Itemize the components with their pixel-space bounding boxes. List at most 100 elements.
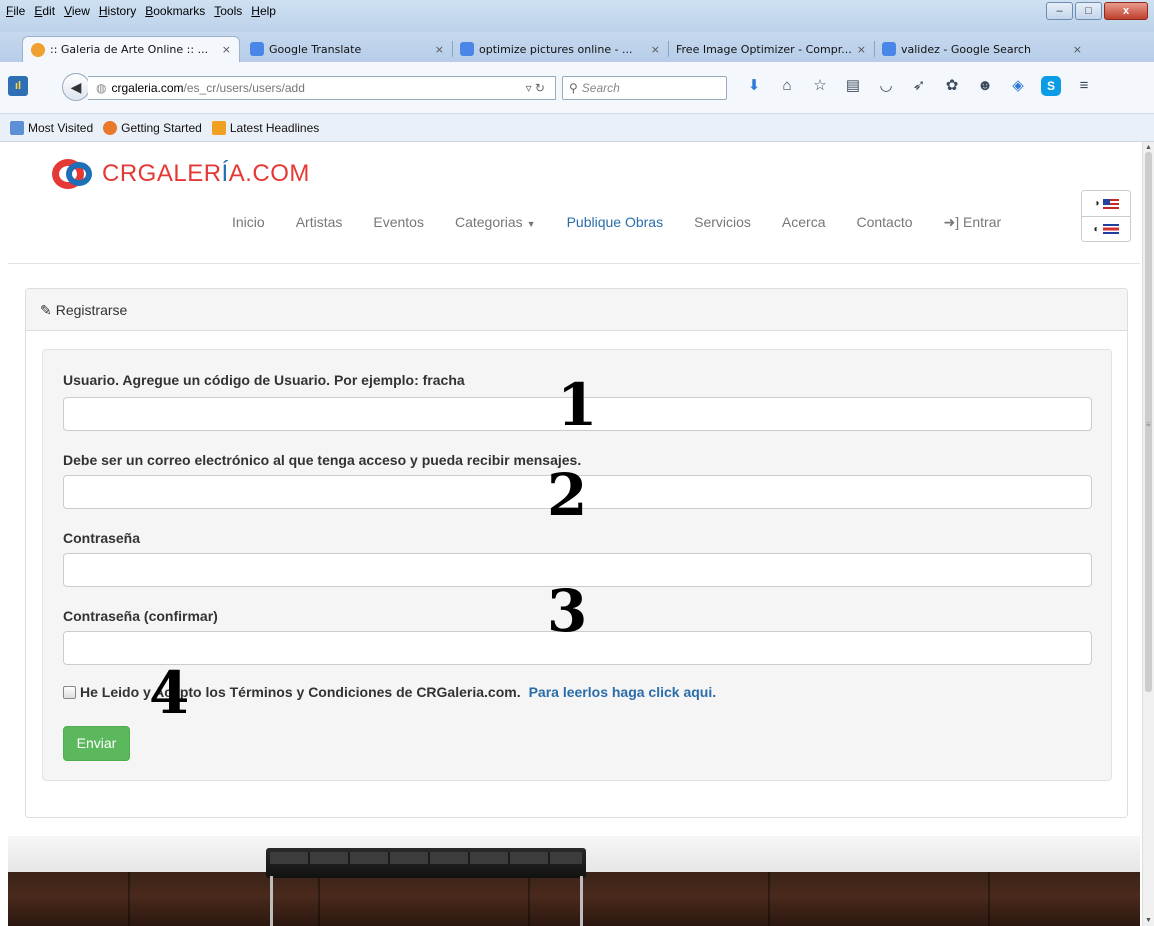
menu-file[interactable]: File bbox=[6, 4, 25, 18]
site-header: CRGALERÍA.COM Inicio Artistas Eventos Ca… bbox=[8, 142, 1140, 264]
username-label: Usuario. Agregue un código de Usuario. P… bbox=[63, 372, 465, 388]
annotation-2: 2 bbox=[547, 461, 588, 529]
close-window-button[interactable]: x bbox=[1104, 2, 1148, 20]
menu-bookmarks[interactable]: Bookmarks bbox=[145, 4, 205, 18]
tab-close-icon[interactable]: × bbox=[435, 43, 444, 56]
tab-close-icon[interactable]: × bbox=[1073, 43, 1082, 56]
terms-checkbox[interactable] bbox=[63, 685, 76, 699]
page-viewport: CRGALERÍA.COM Inicio Artistas Eventos Ca… bbox=[0, 142, 1142, 926]
menu-help[interactable]: Help bbox=[251, 4, 276, 18]
palette-icon bbox=[31, 42, 45, 57]
tab-google-translate[interactable]: Google Translate × bbox=[242, 36, 452, 62]
language-english[interactable]: ◑ bbox=[1082, 191, 1130, 216]
panel-title: Registrarse bbox=[55, 302, 128, 318]
url-host: crgaleria.com bbox=[111, 81, 184, 95]
nav-categorias[interactable]: Categorias ▼ bbox=[455, 214, 536, 231]
maximize-button[interactable]: □ bbox=[1075, 2, 1102, 20]
nav-inicio[interactable]: Inicio bbox=[232, 214, 265, 231]
submit-button[interactable]: Enviar bbox=[63, 726, 130, 761]
rss-icon bbox=[211, 120, 226, 135]
nav-servicios[interactable]: Servicios bbox=[694, 214, 751, 231]
bookmark-latest-headlines[interactable]: Latest Headlines bbox=[211, 120, 320, 135]
pocket-icon[interactable]: ◡ bbox=[876, 76, 896, 96]
page-scrollbar[interactable]: ▲ ≡ ▼ bbox=[1142, 142, 1154, 926]
nav-contacto[interactable]: Contacto bbox=[856, 214, 912, 231]
search-icon: ⚲ bbox=[569, 81, 578, 95]
nav-categorias-label: Categorias bbox=[454, 214, 523, 230]
language-spanish[interactable]: ◐ bbox=[1082, 216, 1130, 241]
search-placeholder: Search bbox=[581, 81, 620, 95]
tab-galeria[interactable]: :: Galeria de Arte Online :: ... × bbox=[22, 36, 240, 62]
bookmark-label: Getting Started bbox=[121, 120, 202, 135]
bookmark-label: Most Visited bbox=[28, 120, 94, 135]
panel-heading: ✎ Registrarse bbox=[26, 289, 1127, 331]
tab-strip: :: Galeria de Arte Online :: ... × Googl… bbox=[0, 32, 1154, 87]
tab-label: Google Translate bbox=[269, 42, 362, 56]
nav-artistas[interactable]: Artistas bbox=[296, 214, 343, 231]
us-flag-icon bbox=[1102, 198, 1119, 209]
menu-view[interactable]: View bbox=[64, 4, 90, 18]
bookmark-most-visited[interactable]: Most Visited bbox=[10, 120, 94, 135]
menu-bar: File Edit View History Bookmarks Tools H… bbox=[0, 0, 1154, 32]
stats-icon[interactable]: ıl bbox=[8, 76, 28, 96]
tab-label: validez - Google Search bbox=[901, 42, 1031, 56]
tab-close-icon[interactable]: × bbox=[651, 43, 660, 56]
search-input[interactable]: ⚲ Search bbox=[562, 76, 727, 100]
bookmark-star-icon[interactable]: ☆ bbox=[810, 76, 830, 96]
toggle-icon: ◐ bbox=[1093, 223, 1100, 235]
reload-icon[interactable]: ▿ ↻ bbox=[526, 77, 545, 99]
google-search-icon bbox=[460, 42, 474, 56]
bookmarks-toolbar: Most Visited Getting Started Latest Head… bbox=[0, 114, 1154, 142]
main-nav: Inicio Artistas Eventos Categorias ▼ Publ… bbox=[232, 214, 1032, 231]
tab-free-image-optimizer[interactable]: Free Image Optimizer - Compr... × bbox=[668, 36, 874, 62]
url-bar[interactable]: ◍ crgaleria.com/es_cr/users/users/add ▿ ↻ bbox=[88, 76, 556, 100]
password-label: Contraseña bbox=[63, 530, 141, 546]
logo-icon bbox=[52, 156, 100, 192]
tab-validez-search[interactable]: validez - Google Search × bbox=[874, 36, 1090, 62]
skype-icon[interactable]: S bbox=[1041, 76, 1061, 96]
password-confirm-label: Contraseña (confirmar) bbox=[63, 608, 218, 624]
download-icon[interactable]: ⬇ bbox=[744, 76, 764, 96]
google-search-icon bbox=[882, 42, 896, 56]
minimize-button[interactable]: – bbox=[1046, 2, 1073, 20]
terms-link[interactable]: Para leerlos haga click aqui. bbox=[529, 684, 717, 700]
menu-tools[interactable]: Tools bbox=[214, 4, 242, 18]
globe-icon: ◍ bbox=[96, 81, 107, 95]
nav-entrar[interactable]: ➜] Entrar bbox=[944, 214, 1002, 231]
logo-text: CRGALERÍA.COM bbox=[102, 160, 310, 187]
caret-down-icon: ▼ bbox=[526, 219, 536, 229]
nav-publique-obras[interactable]: Publique Obras bbox=[567, 214, 664, 231]
annotation-4: 4 bbox=[149, 659, 190, 727]
back-button[interactable]: ◀ bbox=[62, 73, 90, 101]
site-logo[interactable]: CRGALERÍA.COM bbox=[52, 156, 310, 192]
reading-list-icon[interactable]: ▤ bbox=[843, 76, 863, 96]
tab-label: optimize pictures online - ... bbox=[479, 42, 633, 56]
menu-edit[interactable]: Edit bbox=[34, 4, 55, 18]
navigation-toolbar: ıl ◀ ◍ crgaleria.com/es_cr/users/users/ad… bbox=[0, 62, 1154, 114]
extension-icon[interactable]: ✿ bbox=[942, 76, 962, 96]
nav-eventos[interactable]: Eventos bbox=[373, 214, 424, 231]
annotation-1: 1 bbox=[557, 371, 598, 439]
scroll-up-icon[interactable]: ▲ bbox=[1145, 144, 1152, 151]
tab-optimize-pictures[interactable]: optimize pictures online - ... × bbox=[452, 36, 668, 62]
tab-label: :: Galeria de Arte Online :: ... bbox=[50, 43, 209, 56]
tab-label: Free Image Optimizer - Compr... bbox=[676, 42, 852, 56]
nav-acerca[interactable]: Acerca bbox=[782, 214, 826, 231]
register-panel: ✎ Registrarse Usuario. Agregue un código … bbox=[25, 288, 1128, 818]
email-label: Debe ser un correo electrónico al que te… bbox=[63, 452, 582, 468]
url-path: /es_cr/users/users/add bbox=[183, 81, 305, 95]
menu-history[interactable]: History bbox=[99, 4, 136, 18]
chat-icon[interactable]: ☻ bbox=[975, 76, 995, 96]
tab-close-icon[interactable]: × bbox=[857, 43, 866, 56]
send-icon[interactable]: ➶ bbox=[909, 76, 929, 96]
bookmark-getting-started[interactable]: Getting Started bbox=[103, 120, 202, 135]
home-icon[interactable]: ⌂ bbox=[777, 76, 797, 96]
scroll-down-icon[interactable]: ▼ bbox=[1145, 917, 1152, 924]
bookmark-label: Latest Headlines bbox=[229, 120, 320, 135]
diamond-icon[interactable]: ◈ bbox=[1008, 76, 1028, 96]
register-form: Usuario. Agregue un código de Usuario. P… bbox=[42, 349, 1112, 781]
most-visited-icon bbox=[10, 120, 24, 135]
costa-rica-flag-icon bbox=[1102, 224, 1119, 234]
hamburger-menu-icon[interactable]: ≡ bbox=[1074, 76, 1094, 96]
tab-close-icon[interactable]: × bbox=[222, 43, 231, 56]
